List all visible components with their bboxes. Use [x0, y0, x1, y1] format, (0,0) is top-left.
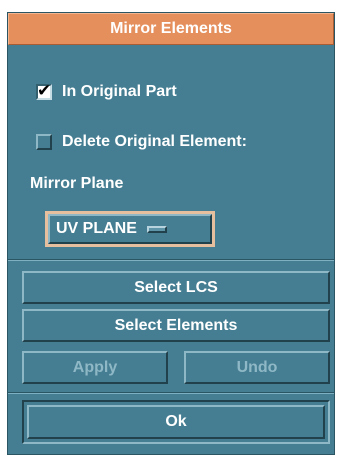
mirror-plane-select[interactable]: UV PLANE: [48, 214, 212, 244]
in-original-part-checkbox[interactable]: ✔: [36, 81, 52, 100]
apply-button[interactable]: Apply: [22, 351, 168, 384]
delete-original-checkbox[interactable]: [36, 134, 52, 150]
separator: [8, 259, 334, 261]
separator: [8, 392, 334, 394]
mirror-plane-label: Mirror Plane: [30, 175, 124, 192]
default-button-frame: Ok: [22, 400, 330, 444]
in-original-part-option[interactable]: ✔ In Original Part: [36, 80, 177, 104]
delete-original-option[interactable]: Delete Original Element:: [36, 130, 247, 154]
undo-button[interactable]: Undo: [184, 351, 330, 384]
checkmark-icon: ✔: [37, 81, 52, 100]
select-lcs-button[interactable]: Select LCS: [22, 271, 330, 304]
option-menu-indicator-icon: [146, 225, 167, 233]
mirror-elements-dialog: Mirror Elements ✔ In Original Part Delet…: [7, 12, 335, 455]
mirror-plane-option-menu[interactable]: UV PLANE: [45, 211, 215, 247]
in-original-part-label: In Original Part: [62, 83, 177, 100]
dialog-title: Mirror Elements: [8, 13, 334, 45]
select-elements-button[interactable]: Select Elements: [22, 309, 330, 342]
ok-button[interactable]: Ok: [27, 405, 325, 439]
delete-original-label: Delete Original Element:: [62, 133, 247, 150]
mirror-plane-value: UV PLANE: [56, 220, 137, 237]
